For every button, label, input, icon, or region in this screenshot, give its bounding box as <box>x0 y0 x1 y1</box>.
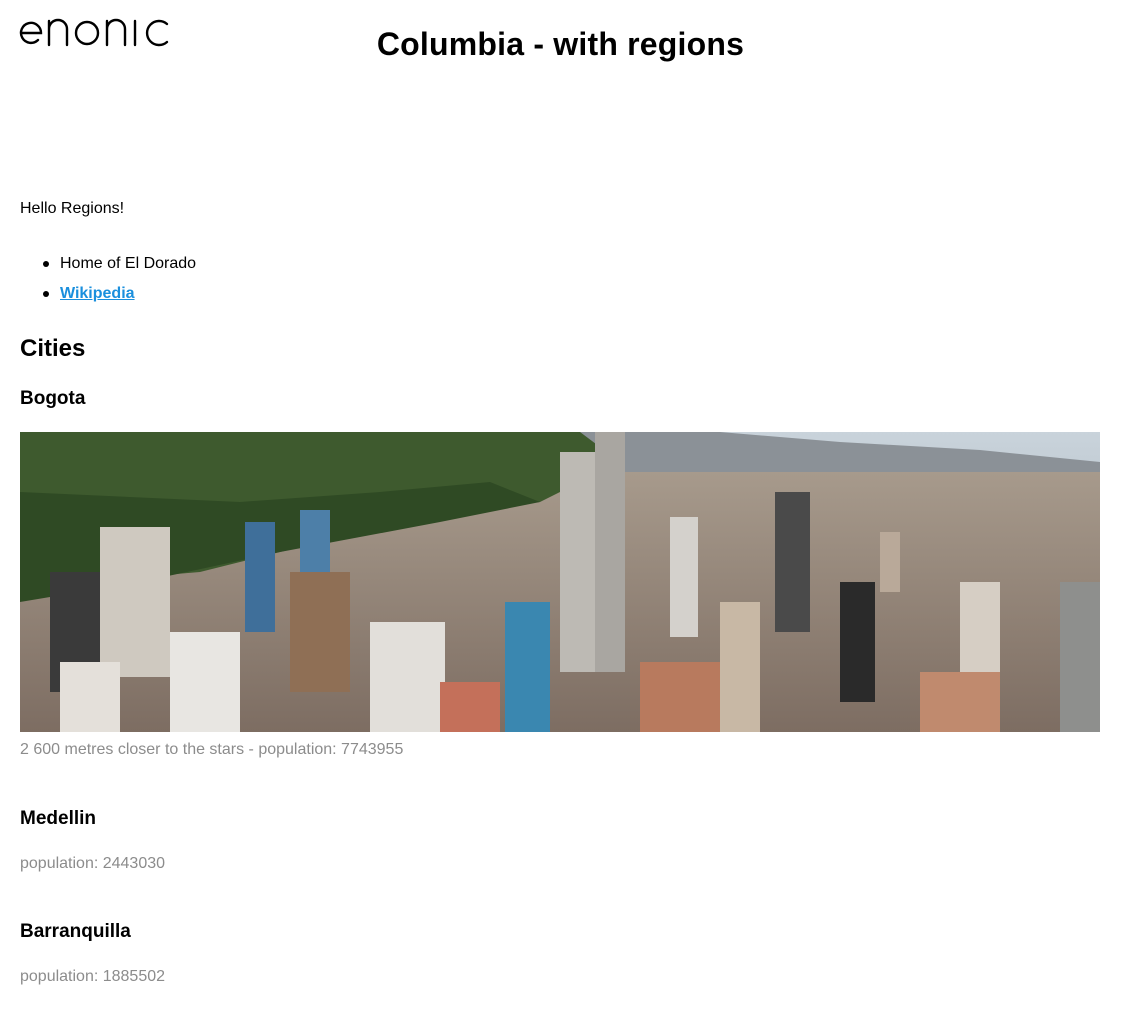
page-title: Columbia - with regions <box>376 26 745 62</box>
bogota-city-photo <box>20 432 1100 732</box>
link-list: Home of El Dorado Wikipedia <box>20 254 196 314</box>
list-item: Wikipedia <box>20 284 196 314</box>
city-name-bogota: Bogota <box>20 388 86 409</box>
city-caption-barranquilla: population: 1885502 <box>20 968 166 985</box>
list-item: Home of El Dorado <box>20 254 196 284</box>
city-name-medellin: Medellin <box>20 808 97 829</box>
cities-heading: Cities <box>20 335 86 362</box>
intro-text: Hello Regions! <box>20 200 125 217</box>
city-name-barranquilla: Barranquilla <box>20 921 131 942</box>
city-caption-bogota: 2 600 metres closer to the stars - popul… <box>20 741 404 758</box>
city-caption-medellin: population: 2443030 <box>20 855 166 872</box>
home-of-el-dorado-text: Home of El Dorado <box>60 255 197 272</box>
wikipedia-link[interactable]: Wikipedia <box>60 285 135 302</box>
